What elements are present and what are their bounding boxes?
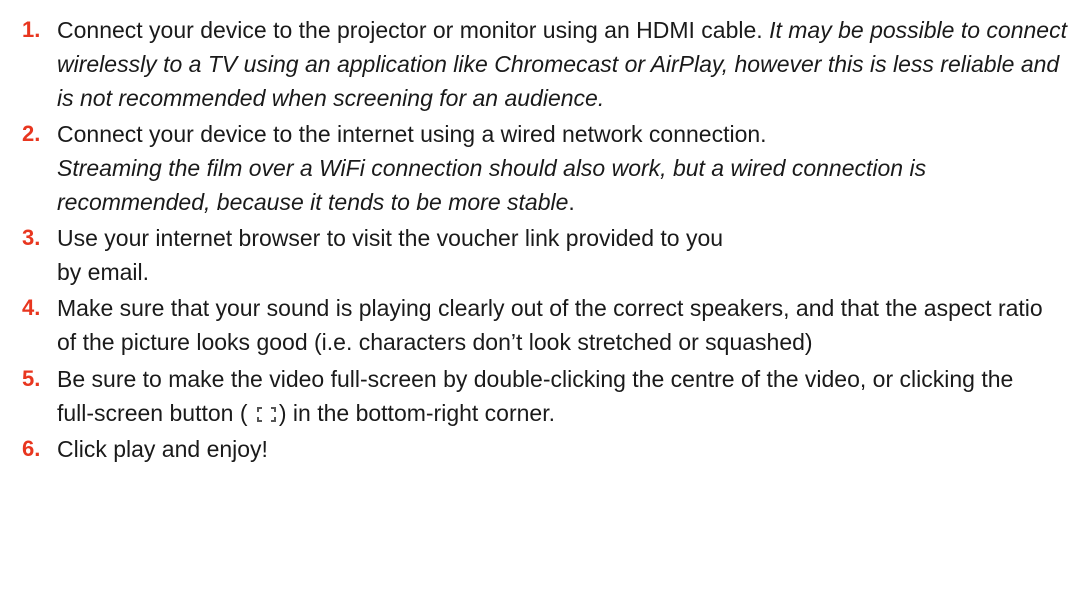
step-note-end: . xyxy=(568,189,575,215)
fullscreen-icon xyxy=(256,398,277,422)
list-item: 2. Connect your device to the internet u… xyxy=(0,117,1088,219)
step-text: Use your internet browser to visit the v… xyxy=(57,225,724,285)
step-number: 5. xyxy=(22,366,41,391)
step-number: 3. xyxy=(22,225,41,250)
step-note: Streaming the film over a WiFi connectio… xyxy=(57,155,927,215)
instructions-list: 1. Connect your device to the projector … xyxy=(0,0,1088,466)
step-text-after-icon: ) in the bottom-right corner. xyxy=(278,400,555,426)
list-item: 4. Make sure that your sound is playing … xyxy=(0,291,1088,359)
step-number: 4. xyxy=(22,295,41,320)
step-number: 2. xyxy=(22,121,41,146)
step-text: Click play and enjoy! xyxy=(57,436,268,462)
list-item: 3. Use your internet browser to visit th… xyxy=(0,221,1088,289)
list-item: 6. Click play and enjoy! xyxy=(0,432,1088,466)
list-item: 5. Be sure to make the video full-screen… xyxy=(0,362,1088,430)
step-text: Make sure that your sound is playing cle… xyxy=(57,295,1043,355)
step-text: Connect your device to the internet usin… xyxy=(57,121,767,147)
step-number: 6. xyxy=(22,436,41,461)
step-text: Connect your device to the projector or … xyxy=(57,17,763,43)
list-item: 1. Connect your device to the projector … xyxy=(0,13,1088,115)
step-number: 1. xyxy=(22,17,41,42)
